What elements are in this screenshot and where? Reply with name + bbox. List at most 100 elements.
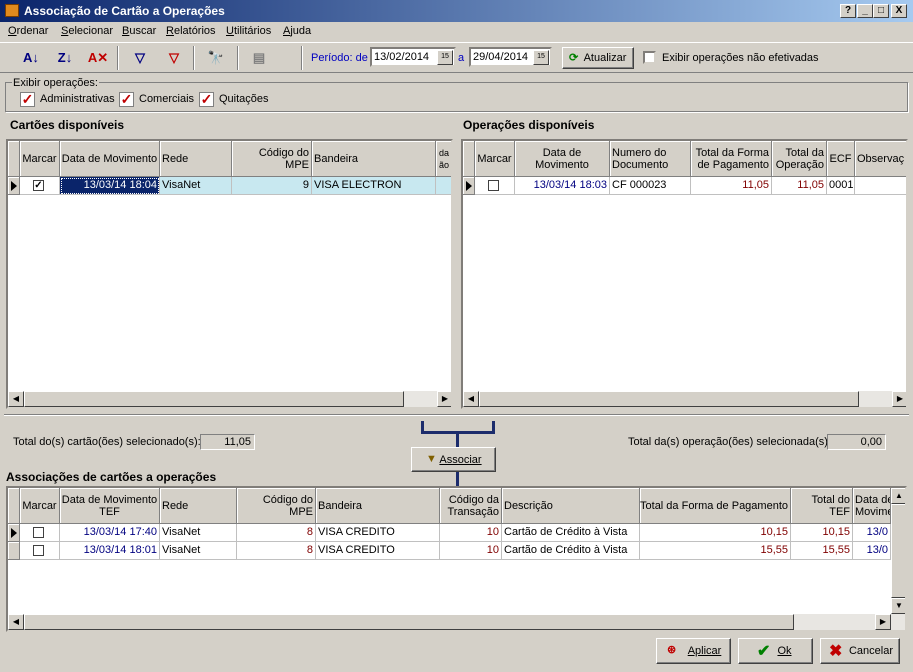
col-rede[interactable]: Rede bbox=[160, 488, 237, 524]
table-row[interactable]: ✓ 13/03/14 18:04 VisaNet 9 VISA ELECTRON bbox=[8, 177, 451, 195]
cell-documento[interactable]: CF 000023 bbox=[610, 177, 691, 195]
help-button[interactable]: ? bbox=[840, 4, 856, 18]
scroll-left-icon[interactable]: ◀ bbox=[463, 391, 479, 407]
table-row[interactable]: 13/03/14 18:01 VisaNet 8 VISA CREDITO 10… bbox=[8, 542, 891, 560]
sort-asc-icon[interactable]: A↓ bbox=[20, 47, 42, 69]
cartoes-hscrollbar[interactable]: ◀ ▶ bbox=[8, 391, 451, 407]
cell-observacao[interactable] bbox=[855, 177, 906, 195]
col-data-movimento[interactable]: Data de Movimento bbox=[60, 141, 160, 177]
quitacoes-checkbox[interactable]: ✓ bbox=[199, 92, 214, 107]
row-checkbox[interactable] bbox=[33, 527, 44, 538]
menu-ordenar[interactable]: Ordenar bbox=[8, 25, 48, 37]
col-total-operacao[interactable]: Total da Operação bbox=[772, 141, 827, 177]
maximize-button[interactable]: □ bbox=[873, 4, 889, 18]
table-row[interactable]: 13/03/14 18:03 CF 000023 11,05 11,05 000… bbox=[463, 177, 906, 195]
cell-bandeira[interactable]: VISA ELECTRON bbox=[312, 177, 436, 195]
scroll-thumb[interactable] bbox=[479, 391, 859, 407]
cell-rede[interactable]: VisaNet bbox=[160, 177, 232, 195]
scroll-left-icon[interactable]: ◀ bbox=[8, 614, 24, 630]
col-bandeira[interactable]: Bandeira bbox=[316, 488, 440, 524]
exibir-nao-efetivadas-checkbox[interactable] bbox=[643, 51, 656, 64]
close-button[interactable]: X bbox=[891, 4, 907, 18]
scroll-thumb[interactable] bbox=[24, 391, 404, 407]
scroll-thumb[interactable] bbox=[891, 504, 905, 598]
col-bandeira[interactable]: Bandeira bbox=[312, 141, 436, 177]
cell-data[interactable]: 13/03/14 18:01 bbox=[60, 542, 160, 560]
comerciais-checkbox[interactable]: ✓ bbox=[119, 92, 134, 107]
col-marcar[interactable]: Marcar bbox=[20, 488, 60, 524]
cell-codigo-transacao[interactable]: 10 bbox=[440, 524, 502, 542]
col-marcar[interactable]: Marcar bbox=[20, 141, 60, 177]
binoculars-icon[interactable]: 🔭 bbox=[205, 47, 227, 69]
col-data-movimento[interactable]: Data de Movimento bbox=[853, 488, 891, 524]
associacoes-vscrollbar[interactable]: ▲ ▼ bbox=[891, 488, 905, 614]
cell-total-forma[interactable]: 15,55 bbox=[640, 542, 791, 560]
cell-data-movimento[interactable]: 13/0 bbox=[853, 542, 891, 560]
cell-codigo[interactable]: 9 bbox=[232, 177, 312, 195]
row-checkbox[interactable]: ✓ bbox=[33, 180, 44, 191]
row-checkbox[interactable] bbox=[488, 180, 499, 191]
scroll-right-icon[interactable]: ▶ bbox=[437, 391, 451, 407]
aplicar-button[interactable]: ⊛ Aplicar bbox=[656, 638, 731, 664]
col-observacao[interactable]: Observaç bbox=[855, 141, 906, 177]
scroll-right-icon[interactable]: ▶ bbox=[892, 391, 906, 407]
menu-selecionar[interactable]: Selecionar bbox=[61, 25, 113, 37]
cell-total-tef[interactable]: 15,55 bbox=[791, 542, 853, 560]
cell-bandeira[interactable]: VISA CREDITO bbox=[316, 524, 440, 542]
minimize-button[interactable]: _ bbox=[857, 4, 873, 18]
col-rede[interactable]: Rede bbox=[160, 141, 232, 177]
cell-data-movimento[interactable]: 13/0 bbox=[853, 524, 891, 542]
cell-ecf[interactable]: 0001 bbox=[827, 177, 855, 195]
cell-total-operacao[interactable]: 11,05 bbox=[772, 177, 827, 195]
cell-bandeira[interactable]: VISA CREDITO bbox=[316, 542, 440, 560]
col-total-forma[interactable]: Total da Forma de Pagamento bbox=[691, 141, 772, 177]
col-codigo-transacao[interactable]: Código da Transação bbox=[440, 488, 502, 524]
cell-codigo-transacao[interactable]: 10 bbox=[440, 542, 502, 560]
col-ecf[interactable]: ECF bbox=[827, 141, 855, 177]
calendar-to-icon[interactable]: 15 bbox=[533, 50, 549, 65]
menu-relatorios[interactable]: Relatórios bbox=[166, 25, 216, 37]
scroll-down-icon[interactable]: ▼ bbox=[891, 598, 905, 614]
table-row[interactable]: 13/03/14 17:40 VisaNet 8 VISA CREDITO 10… bbox=[8, 524, 891, 542]
col-total-forma[interactable]: Total da Forma de Pagamento bbox=[640, 488, 791, 524]
cell-total-forma[interactable]: 11,05 bbox=[691, 177, 772, 195]
cell-total-tef[interactable]: 10,15 bbox=[791, 524, 853, 542]
col-truncated[interactable]: da ão bbox=[436, 141, 451, 177]
sort-desc-icon[interactable]: Z↓ bbox=[54, 47, 76, 69]
splitter[interactable] bbox=[4, 414, 909, 416]
col-descricao[interactable]: Descrição bbox=[502, 488, 640, 524]
cell-total-forma[interactable]: 10,15 bbox=[640, 524, 791, 542]
calendar-from-icon[interactable]: 15 bbox=[437, 50, 453, 65]
menu-buscar[interactable]: Buscar bbox=[122, 25, 156, 37]
scroll-right-icon[interactable]: ▶ bbox=[875, 614, 891, 630]
cell-data[interactable]: 13/03/14 18:04 bbox=[60, 177, 160, 195]
menu-ajuda[interactable]: Ajuda bbox=[283, 25, 311, 37]
col-codigo-mpe[interactable]: Código do MPE bbox=[232, 141, 312, 177]
row-checkbox[interactable] bbox=[33, 545, 44, 556]
cell-rede[interactable]: VisaNet bbox=[160, 542, 237, 560]
cell-rede[interactable]: VisaNet bbox=[160, 524, 237, 542]
cell-data[interactable]: 13/03/14 18:03 bbox=[515, 177, 610, 195]
col-data-movimento-tef[interactable]: Data de Movimento TEF bbox=[60, 488, 160, 524]
associacoes-hscrollbar[interactable]: ◀ ▶ bbox=[8, 614, 905, 630]
col-codigo-mpe[interactable]: Código do MPE bbox=[237, 488, 316, 524]
ok-button[interactable]: ✔ Ok bbox=[738, 638, 813, 664]
cell-data[interactable]: 13/03/14 17:40 bbox=[60, 524, 160, 542]
clear-filter-icon[interactable]: ▽ bbox=[163, 47, 185, 69]
clear-sort-icon[interactable]: A✕ bbox=[87, 47, 109, 69]
col-numero-documento[interactable]: Numero do Documento bbox=[610, 141, 691, 177]
scroll-left-icon[interactable]: ◀ bbox=[8, 391, 24, 407]
menu-utilitarios[interactable]: Utilitários bbox=[226, 25, 271, 37]
cell-descricao[interactable]: Cartão de Crédito à Vista bbox=[502, 542, 640, 560]
cell-codigo[interactable]: 8 bbox=[237, 542, 316, 560]
atualizar-button[interactable]: ⟳ Atualizar bbox=[562, 47, 634, 69]
cell-descricao[interactable]: Cartão de Crédito à Vista bbox=[502, 524, 640, 542]
col-data-movimento[interactable]: Data de Movimento bbox=[515, 141, 610, 177]
col-marcar[interactable]: Marcar bbox=[475, 141, 515, 177]
cancelar-button[interactable]: ✖ Cancelar bbox=[820, 638, 900, 664]
col-total-tef[interactable]: Total do TEF bbox=[791, 488, 853, 524]
administrativas-checkbox[interactable]: ✓ bbox=[20, 92, 35, 107]
scroll-thumb[interactable] bbox=[24, 614, 794, 630]
associar-button[interactable]: ▼ Associar bbox=[411, 447, 496, 472]
scroll-up-icon[interactable]: ▲ bbox=[891, 488, 905, 504]
